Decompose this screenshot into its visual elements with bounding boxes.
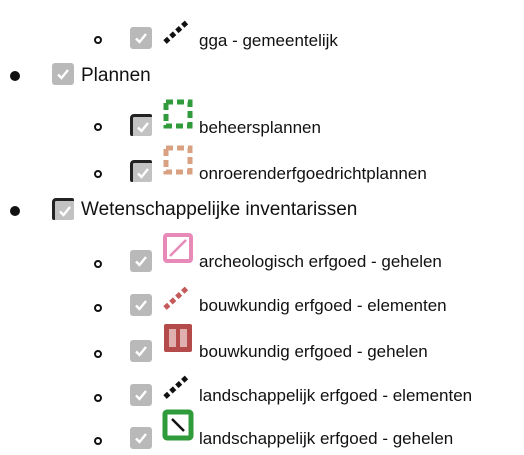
layer-label: beheersplannen bbox=[199, 118, 321, 137]
layer-label: archeologisch erfgoed - gehelen bbox=[199, 252, 442, 271]
checkmark-icon bbox=[135, 256, 147, 267]
layer-label: landschappelijk erfgoed - gehelen bbox=[199, 429, 454, 448]
layer-label: gga - gemeentelijk bbox=[199, 31, 338, 50]
group-checkbox-plannen[interactable] bbox=[52, 63, 74, 85]
checkmark-icon bbox=[135, 300, 147, 311]
list-bullet bbox=[94, 304, 102, 312]
layer-label: landschappelijk erfgoed - elementen bbox=[199, 386, 473, 405]
line-symbol-icon bbox=[163, 20, 189, 44]
checkmark-icon bbox=[57, 69, 69, 80]
checkmark-icon bbox=[135, 33, 147, 44]
checkmark-icon bbox=[135, 346, 147, 357]
list-bullet bbox=[94, 260, 102, 268]
list-bullet bbox=[94, 350, 102, 358]
dashed-square-symbol-icon bbox=[163, 99, 193, 129]
list-bullet bbox=[10, 206, 20, 216]
list-bullet bbox=[94, 123, 102, 131]
layer-checkbox-landschappelijk-elementen[interactable] bbox=[130, 384, 152, 406]
layer-checkbox-bouwkundig-elementen[interactable] bbox=[130, 294, 152, 316]
checkmark-icon bbox=[58, 205, 71, 217]
layer-checkbox-gga[interactable] bbox=[130, 27, 152, 49]
list-bullet bbox=[94, 437, 102, 445]
layer-label: onroerenderfgoedrichtplannen bbox=[199, 164, 427, 183]
hatched-square-symbol-icon bbox=[163, 233, 193, 263]
group-label: Wetenschappelijke inventarissen bbox=[81, 199, 358, 220]
dashed-square-symbol-icon bbox=[163, 145, 193, 175]
layer-checkbox-archeologisch-gehelen[interactable] bbox=[130, 250, 152, 272]
checkmark-icon bbox=[136, 167, 149, 179]
group-checkbox-wetenschappelijke[interactable] bbox=[52, 198, 74, 220]
checkmark-icon bbox=[136, 121, 149, 133]
line-symbol-icon bbox=[163, 375, 189, 399]
group-label: Plannen bbox=[81, 65, 151, 86]
list-bullet bbox=[94, 36, 102, 44]
checkmark-icon bbox=[135, 433, 147, 444]
layer-checkbox-beheersplannen[interactable] bbox=[130, 114, 152, 136]
layer-checkbox-landschappelijk-gehelen[interactable] bbox=[130, 427, 152, 449]
line-symbol-icon bbox=[163, 286, 189, 310]
list-bullet bbox=[94, 394, 102, 402]
filled-square-symbol-icon bbox=[164, 324, 192, 352]
list-bullet bbox=[10, 71, 20, 81]
list-bullet bbox=[94, 170, 102, 178]
hatched-square-symbol-icon bbox=[162, 409, 194, 441]
checkmark-icon bbox=[135, 390, 147, 401]
layer-label: bouwkundig erfgoed - gehelen bbox=[199, 342, 428, 361]
layer-checkbox-bouwkundig-gehelen[interactable] bbox=[130, 340, 152, 362]
layer-checkbox-onroerenderfgoedrichtplannen[interactable] bbox=[130, 160, 152, 182]
layer-label: bouwkundig erfgoed - elementen bbox=[199, 296, 447, 315]
